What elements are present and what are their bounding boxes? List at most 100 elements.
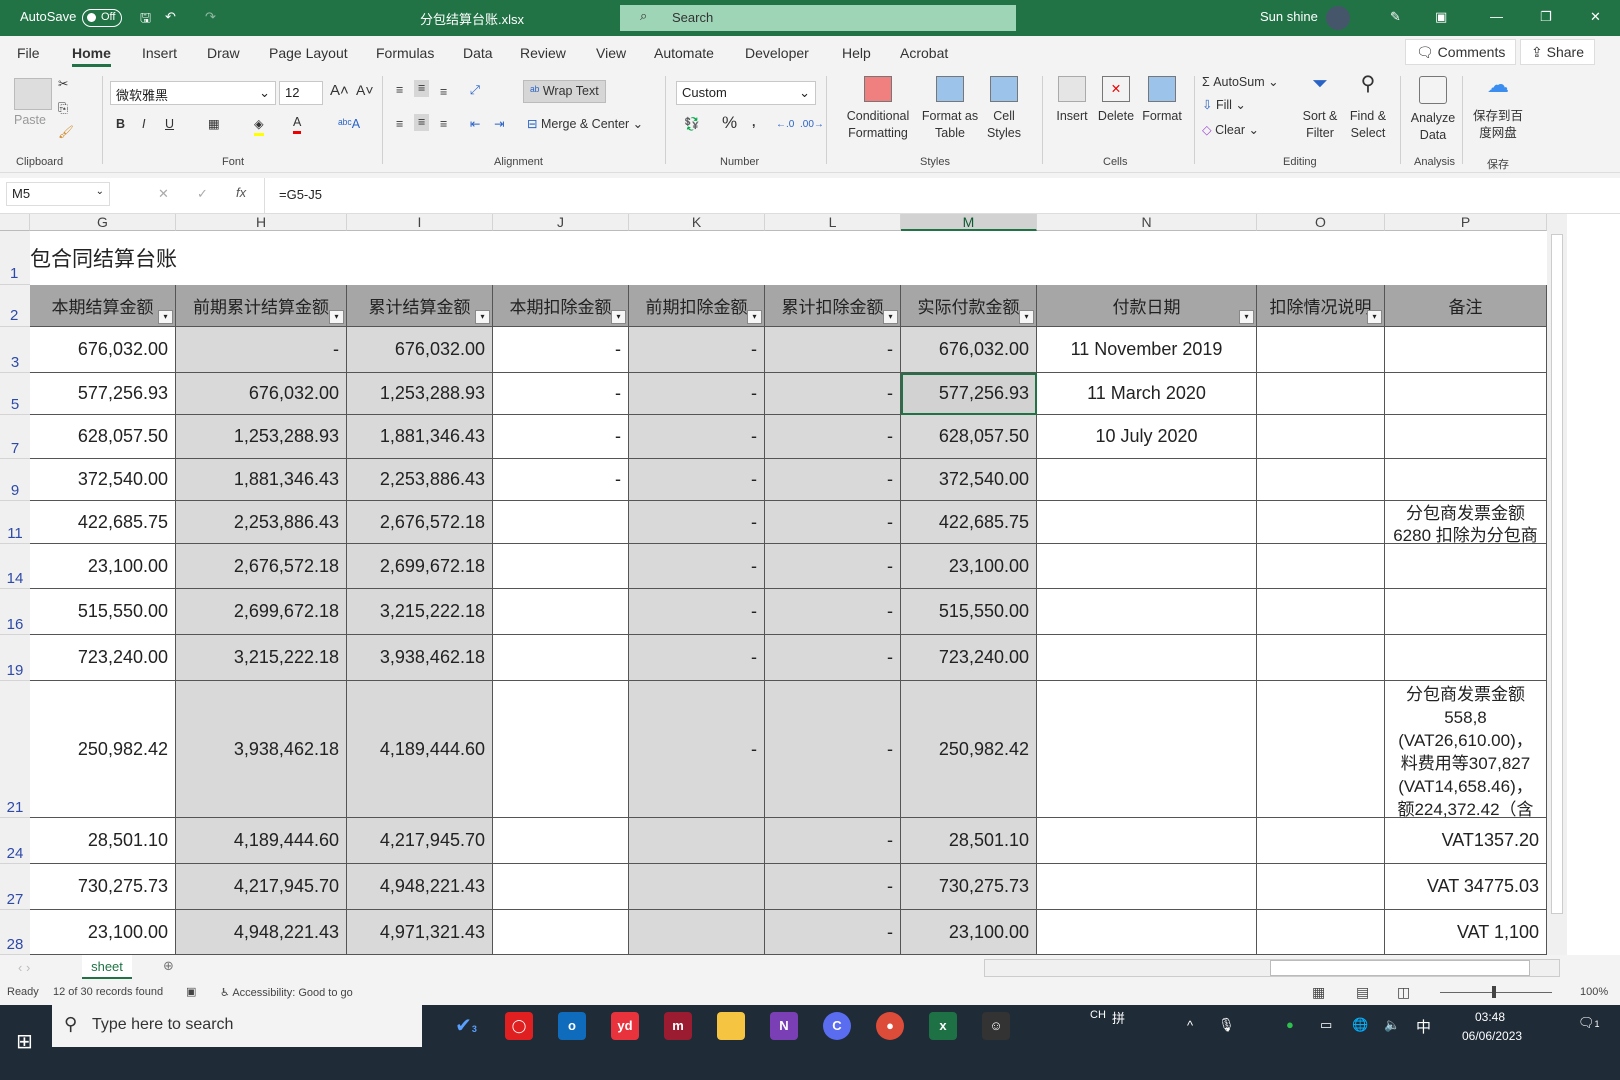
table-cell[interactable]: 2,699,672.18 xyxy=(347,544,493,589)
table-cell[interactable]: - xyxy=(765,589,901,635)
share-button[interactable]: ⇪ Share xyxy=(1520,39,1595,65)
tab-draw[interactable]: Draw xyxy=(207,45,240,61)
youdao-app-icon[interactable]: yd xyxy=(611,1012,639,1040)
filter-dropdown-icon[interactable]: ▾ xyxy=(883,310,898,324)
table-cell[interactable] xyxy=(1257,459,1385,501)
row-header-9[interactable]: 9 xyxy=(0,459,30,501)
tab-automate[interactable]: Automate xyxy=(654,45,714,61)
table-cell[interactable]: - xyxy=(629,415,765,459)
table-cell[interactable] xyxy=(1385,635,1547,681)
tab-insert[interactable]: Insert xyxy=(142,45,177,61)
italic-icon[interactable]: I xyxy=(142,116,145,133)
table-cell[interactable]: - xyxy=(629,459,765,501)
table-cell[interactable] xyxy=(1385,373,1547,415)
format-painter-icon[interactable]: 🖌 xyxy=(58,124,74,141)
table-cell[interactable]: 250,982.42 xyxy=(30,681,176,818)
tab-file[interactable]: File xyxy=(17,45,40,61)
normal-view-icon[interactable]: ▦ xyxy=(1312,984,1325,1001)
table-cell[interactable]: 372,540.00 xyxy=(30,459,176,501)
filter-dropdown-icon[interactable]: ▾ xyxy=(747,310,762,324)
table-cell[interactable] xyxy=(1257,415,1385,459)
table-cell[interactable]: 2,676,572.18 xyxy=(176,544,347,589)
table-cell[interactable]: 3,938,462.18 xyxy=(176,681,347,818)
table-cell[interactable]: 4,189,444.60 xyxy=(176,818,347,864)
tab-review[interactable]: Review xyxy=(520,45,566,61)
table-cell[interactable]: - xyxy=(629,544,765,589)
font-size-select[interactable]: 12 xyxy=(279,81,323,105)
cut-icon[interactable]: ✂ xyxy=(58,76,68,93)
paste-button[interactable]: Paste xyxy=(14,112,46,129)
align-left-icon[interactable]: ≡ xyxy=(396,116,403,133)
spreadsheet-grid[interactable]: G H I J K L M N O P 1 包合同结算台账 2 本期结算金额 ▾ 前期累计结算金额 ▾ 累计结算金… xyxy=(0,214,1620,955)
todo-app-icon[interactable]: ✔3 xyxy=(452,1012,480,1040)
baidu-save-button[interactable]: ☁ 保存到百度网盘 xyxy=(1470,74,1526,142)
table-cell[interactable]: 23,100.00 xyxy=(30,544,176,589)
mendeley-app-icon[interactable]: m xyxy=(664,1012,692,1040)
increase-decimal-icon[interactable]: ←.0 xyxy=(776,116,794,133)
table-cell[interactable]: VAT 34775.03 xyxy=(1385,864,1547,910)
horizontal-scrollbar[interactable] xyxy=(984,959,1560,977)
filter-dropdown-icon[interactable]: ▾ xyxy=(475,310,490,324)
table-cell[interactable] xyxy=(493,864,629,910)
conditional-formatting-button[interactable]: Conditional Formatting xyxy=(843,76,913,154)
table-cell[interactable]: - xyxy=(629,327,765,373)
table-cell[interactable]: 730,275.73 xyxy=(30,864,176,910)
oracle-app-icon[interactable]: ◯ xyxy=(505,1012,533,1040)
page-break-view-icon[interactable]: ◫ xyxy=(1397,984,1410,1001)
cancel-icon[interactable]: ✕ xyxy=(158,186,169,202)
phonetic-icon[interactable]: ᵃᵇᶜA xyxy=(338,116,360,133)
column-header-o[interactable]: O xyxy=(1257,214,1385,231)
clock-time[interactable]: 03:48 xyxy=(1475,1010,1505,1024)
table-cell[interactable] xyxy=(1037,864,1257,910)
paste-icon[interactable] xyxy=(14,78,52,110)
table-cell[interactable] xyxy=(1257,501,1385,544)
column-header-m[interactable]: M xyxy=(901,214,1037,231)
column-header-k[interactable]: K xyxy=(629,214,765,231)
table-cell[interactable] xyxy=(1257,681,1385,818)
table-cell[interactable]: 3,215,222.18 xyxy=(176,635,347,681)
table-cell[interactable]: 4,971,321.43 xyxy=(347,910,493,955)
sheet-tab[interactable]: sheet xyxy=(82,955,132,979)
underline-icon[interactable]: U xyxy=(165,116,174,133)
row-header-2[interactable]: 2 xyxy=(0,285,30,327)
row-header-14[interactable]: 14 xyxy=(0,544,30,589)
table-cell[interactable]: 577,256.93 xyxy=(30,373,176,415)
table-cell[interactable]: 422,685.75 xyxy=(901,501,1037,544)
table-cell[interactable] xyxy=(493,635,629,681)
table-cell[interactable]: 1,253,288.93 xyxy=(176,415,347,459)
table-cell[interactable]: - xyxy=(765,864,901,910)
table-cell[interactable]: 4,948,221.43 xyxy=(347,864,493,910)
table-cell[interactable] xyxy=(1037,459,1257,501)
find-select-button[interactable]: ⚲ Find & Select xyxy=(1346,74,1390,142)
row-header-1[interactable]: 1 xyxy=(0,231,30,285)
wechat-icon[interactable]: ● xyxy=(1286,1017,1294,1032)
tab-formulas[interactable]: Formulas xyxy=(376,45,434,61)
table-cell[interactable]: - xyxy=(765,373,901,415)
notification-icon[interactable]: 🗨1 xyxy=(1578,1015,1600,1031)
table-cell[interactable] xyxy=(1257,373,1385,415)
name-box[interactable]: M5 ⌄ xyxy=(6,182,110,206)
format-cells-button[interactable]: Format xyxy=(1140,76,1184,125)
table-cell[interactable] xyxy=(1257,864,1385,910)
borders-icon[interactable]: ▦ xyxy=(208,116,220,133)
column-header-g[interactable]: G xyxy=(30,214,176,231)
clear-button[interactable]: ◇ Clear ⌄ xyxy=(1202,122,1259,139)
table-cell[interactable]: - xyxy=(629,501,765,544)
column-header-i[interactable]: I xyxy=(347,214,493,231)
accounting-format-icon[interactable]: 💱 xyxy=(684,116,700,133)
table-cell[interactable] xyxy=(629,818,765,864)
table-cell[interactable]: 4,189,444.60 xyxy=(347,681,493,818)
restore-icon[interactable]: ❐ xyxy=(1540,9,1552,25)
table-cell[interactable]: 23,100.00 xyxy=(901,910,1037,955)
filter-dropdown-icon[interactable]: ▾ xyxy=(1367,310,1382,324)
align-top-icon[interactable]: ≡ xyxy=(396,82,403,99)
table-cell[interactable]: - xyxy=(765,415,901,459)
insert-function-icon[interactable]: fx xyxy=(236,185,246,200)
table-cell[interactable]: 730,275.73 xyxy=(901,864,1037,910)
table-cell[interactable]: - xyxy=(493,327,629,373)
enter-icon[interactable]: ✓ xyxy=(197,186,208,202)
table-cell[interactable] xyxy=(629,910,765,955)
table-cell[interactable] xyxy=(493,818,629,864)
battery-icon[interactable]: ▭ xyxy=(1320,1017,1332,1033)
merge-center-button[interactable]: ⊟ Merge & Center ⌄ xyxy=(527,116,643,133)
